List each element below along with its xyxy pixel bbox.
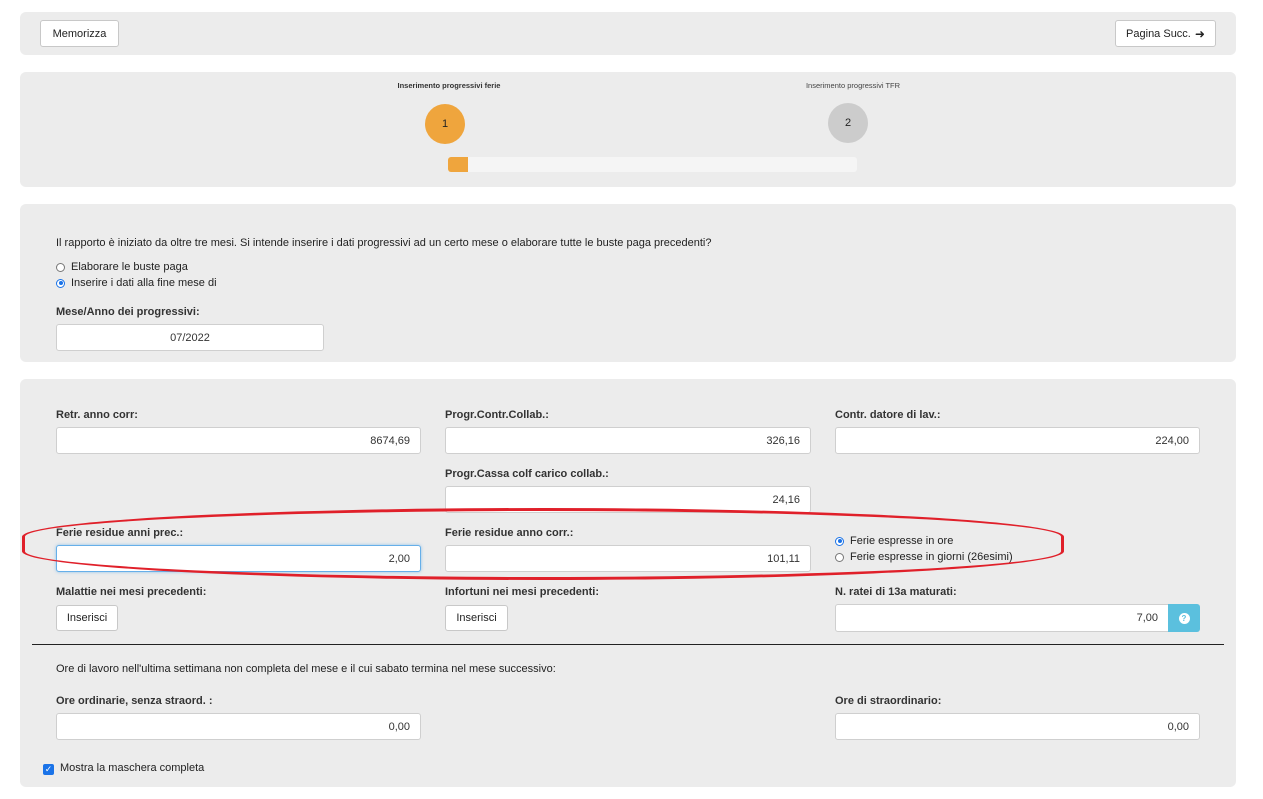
malattie-insert-button[interactable]: Inserisci [56,605,118,631]
section-divider [32,644,1224,645]
cassa-colf-label: Progr.Cassa colf carico collab.: [445,468,609,480]
ore-straord-label: Ore di straordinario: [835,695,942,707]
option-process-payslips[interactable]: Elaborare le buste paga [56,261,188,273]
ferie-unit-days[interactable]: Ferie espresse in giorni (26esimi) [835,551,1013,563]
ore-ordinarie-input[interactable] [56,713,421,740]
show-full-label: Mostra la maschera completa [60,762,205,774]
option-insert-month-end-label: Inserire i dati alla fine mese di [71,277,217,289]
toolbar-panel [20,12,1236,55]
save-button[interactable]: Memorizza [40,20,119,47]
ferie-corr-input[interactable] [445,545,811,572]
ferie-unit-days-radio[interactable] [835,552,844,562]
contr-collab-input[interactable] [445,427,811,454]
ferie-unit-days-label: Ferie espresse in giorni (26esimi) [850,551,1013,563]
ferie-corr-label: Ferie residue anno corr.: [445,527,574,539]
infortuni-insert-button[interactable]: Inserisci [445,605,508,631]
last-week-note: Ore di lavoro nell'ultima settimana non … [56,663,556,675]
ratei-label: N. ratei di 13a maturati: [835,586,957,598]
option-process-payslips-label: Elaborare le buste paga [71,261,188,273]
ferie-unit-hours[interactable]: Ferie espresse in ore [835,535,953,547]
step-1-label: Inserimento progressivi ferie [397,81,501,90]
ferie-prec-input[interactable] [56,545,421,572]
retr-input[interactable] [56,427,421,454]
contr-datore-label: Contr. datore di lav.: [835,409,941,421]
show-full-checkbox[interactable]: ✓ [43,764,54,775]
ratei-help-button[interactable]: ? [1168,604,1200,632]
malattie-label: Malattie nei mesi precedenti: [56,586,207,598]
option-insert-month-end-radio[interactable] [56,278,65,288]
wizard-progress-fill [448,157,469,172]
ratei-input[interactable] [835,604,1169,632]
infortuni-label: Infortuni nei mesi precedenti: [445,586,600,598]
ore-ordinarie-label: Ore ordinarie, senza straord. : [56,695,213,707]
month-year-input[interactable] [56,324,324,351]
step-1-circle[interactable]: 1 [425,104,465,144]
option-insert-month-end[interactable]: Inserire i dati alla fine mese di [56,277,217,289]
ferie-prec-label: Ferie residue anni prec.: [56,527,184,539]
next-page-button[interactable]: Pagina Succ. ➜ [1115,20,1216,47]
intro-question: Il rapporto è iniziato da oltre tre mesi… [56,237,712,249]
ferie-unit-hours-radio[interactable] [835,536,844,546]
contr-collab-label: Progr.Contr.Collab.: [445,409,549,421]
step-2-number: 2 [844,117,852,129]
ore-straord-input[interactable] [835,713,1200,740]
option-process-payslips-radio[interactable] [56,262,65,272]
next-page-label: Pagina Succ. [1126,27,1191,40]
retr-label: Retr. anno corr: [56,409,138,421]
cassa-colf-input[interactable] [445,486,811,513]
contr-datore-input[interactable] [835,427,1200,454]
question-circle-icon: ? [1178,612,1190,624]
arrow-right-icon: ➜ [1194,26,1205,41]
step-2-circle[interactable]: 2 [828,103,868,143]
month-year-label: Mese/Anno dei progressivi: [56,306,200,318]
step-1-number: 1 [441,118,449,130]
wizard-progress-bar [448,157,857,172]
ferie-unit-hours-label: Ferie espresse in ore [850,535,954,547]
step-2-label: Inserimento progressivi TFR [805,81,901,90]
